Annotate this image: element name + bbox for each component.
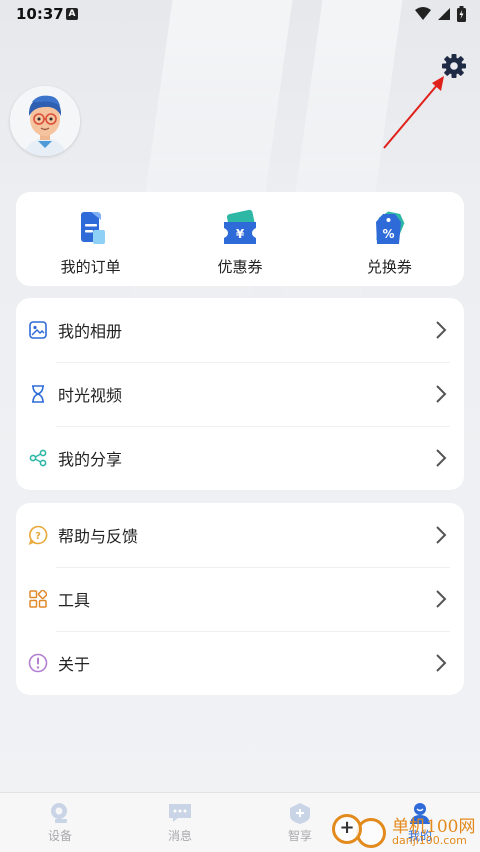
help-icon: ? <box>28 525 48 545</box>
nav-item-messages[interactable]: 消息 <box>120 793 240 852</box>
shortcuts-card: 我的订单 ¥ 优惠券 % 兑换券 <box>16 192 464 286</box>
wifi-icon <box>415 7 431 20</box>
nav-label: 设备 <box>47 829 72 843</box>
chevron-right-icon <box>436 654 447 672</box>
menu-item-tools[interactable]: 工具 <box>16 567 464 631</box>
order-icon <box>80 212 105 244</box>
device-icon <box>51 803 67 823</box>
watermark-url: danji100.com <box>392 834 467 847</box>
status-time: 10:37 <box>16 5 64 23</box>
voucher-icon: % <box>376 211 405 244</box>
message-icon <box>169 804 191 822</box>
menu-item-about[interactable]: 关于 <box>16 631 464 695</box>
smart-share-icon <box>290 803 310 824</box>
battery-icon <box>457 6 466 22</box>
chevron-right-icon <box>436 590 447 608</box>
menu-item-label: 帮助与反馈 <box>58 527 139 546</box>
chevron-right-icon <box>436 321 447 339</box>
menu-card-support: ? 帮助与反馈 工具 关于 <box>16 503 464 695</box>
nav-label: 智享 <box>287 829 312 843</box>
nav-label: 消息 <box>167 829 192 843</box>
menu-item-help-feedback[interactable]: ? 帮助与反馈 <box>16 503 464 567</box>
coupon-icon: ¥ <box>223 209 256 244</box>
chevron-right-icon <box>436 526 447 544</box>
menu-card-media: 我的相册 时光视频 我的分享 <box>16 298 464 490</box>
shortcut-label: 我的订单 <box>60 258 121 276</box>
menu-item-time-video[interactable]: 时光视频 <box>16 362 464 426</box>
menu-item-my-album[interactable]: 我的相册 <box>16 298 464 362</box>
shortcut-label: 优惠券 <box>217 258 263 276</box>
shortcut-vouchers[interactable]: % 兑换券 <box>315 192 464 286</box>
share-icon <box>28 448 48 468</box>
svg-text:?: ? <box>35 531 41 542</box>
chevron-right-icon <box>436 385 447 403</box>
shortcut-my-orders[interactable]: 我的订单 <box>16 192 165 286</box>
tools-icon <box>28 589 48 609</box>
hourglass-icon <box>28 384 48 404</box>
album-icon <box>28 320 48 340</box>
menu-item-label: 关于 <box>58 655 91 674</box>
avatar-illustration <box>10 86 80 156</box>
menu-item-label: 我的相册 <box>58 322 123 341</box>
shortcut-label: 兑换券 <box>366 258 412 276</box>
svg-text:¥: ¥ <box>236 227 245 241</box>
svg-text:%: % <box>383 227 395 241</box>
chevron-right-icon <box>436 449 447 467</box>
status-bar: 10:37 A <box>0 0 480 28</box>
menu-item-label: 我的分享 <box>58 450 123 469</box>
signal-icon <box>438 8 450 20</box>
menu-item-my-share[interactable]: 我的分享 <box>16 426 464 490</box>
about-icon <box>28 653 48 673</box>
watermark-logo: + <box>332 814 362 844</box>
menu-item-label: 时光视频 <box>58 386 123 405</box>
annotation-arrow <box>383 76 444 149</box>
nav-item-device[interactable]: 设备 <box>0 793 120 852</box>
watermark: + 单机100网 danji100.com <box>330 812 480 852</box>
notification-icon: A <box>66 8 78 20</box>
shortcut-coupons[interactable]: ¥ 优惠券 <box>165 192 314 286</box>
avatar[interactable] <box>10 86 80 156</box>
menu-item-label: 工具 <box>58 591 91 610</box>
status-icons <box>415 6 466 22</box>
